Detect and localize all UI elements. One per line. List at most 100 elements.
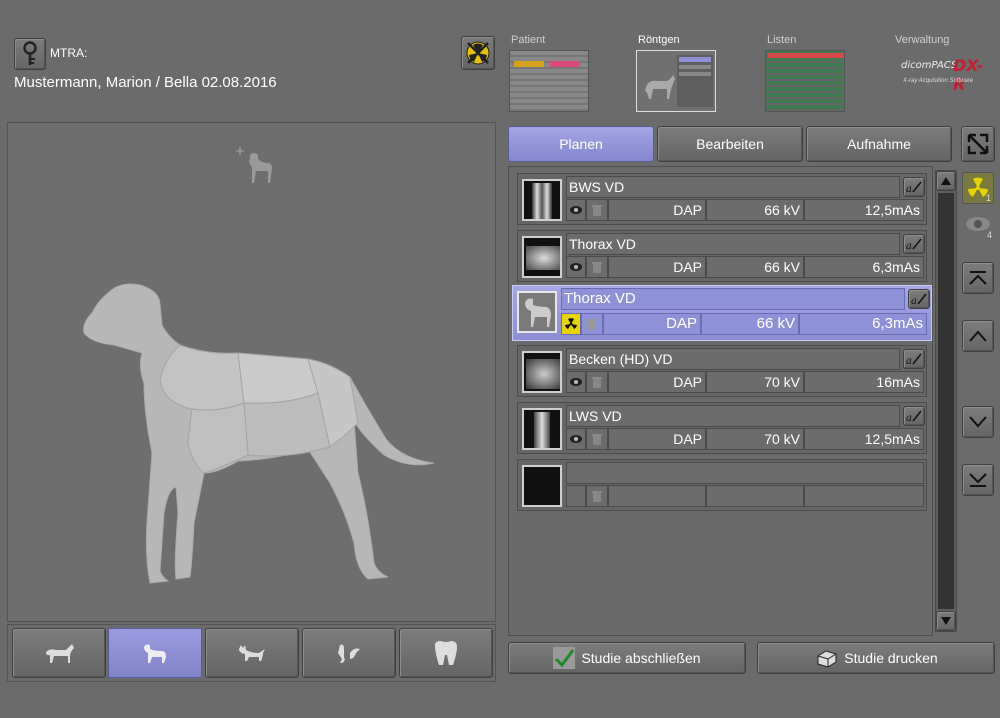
exam-item[interactable]: BWS VD a DAP 66 kV 12,5mAs [517, 173, 927, 225]
eye-icon[interactable] [566, 256, 586, 278]
chevron-up-icon [969, 330, 987, 342]
exam-thumbnail [522, 465, 562, 507]
exam-kv: 70 kV [706, 428, 804, 450]
tab-bearbeiten[interactable]: Bearbeiten [657, 126, 803, 162]
page-up-button[interactable] [962, 320, 994, 352]
trash-icon[interactable] [581, 313, 603, 335]
svg-text:a: a [906, 184, 912, 194]
print-study-label: Studie drucken [844, 650, 938, 666]
exam-mas: 16mAs [804, 371, 924, 393]
finish-study-label: Studie abschließen [581, 650, 701, 666]
empty-exam-slot[interactable] [517, 459, 927, 511]
eye-icon[interactable] [566, 428, 586, 450]
exam-item[interactable]: Thorax VD a DAP 66 kV 6,3mAs [517, 230, 927, 282]
arrow-to-bottom-icon [969, 473, 987, 487]
species-cat-button[interactable] [205, 628, 299, 678]
eye-icon[interactable] [566, 371, 586, 393]
pencil-icon: a [906, 238, 922, 251]
scroll-track[interactable] [938, 193, 954, 609]
bird-icon [338, 644, 360, 663]
svg-text:a: a [906, 241, 912, 251]
exam-name: Becken (HD) VD [566, 348, 900, 370]
radiation-toggle-button[interactable] [461, 36, 495, 70]
radiation-disabled-icon [466, 41, 490, 65]
tab-planen[interactable]: Planen [508, 126, 654, 162]
edit-exam-button[interactable]: a [903, 349, 925, 369]
module-patient[interactable]: Patient [509, 34, 591, 114]
expand-icon [967, 133, 989, 155]
module-roentgen-label: Röntgen [638, 34, 680, 46]
dog-icon [525, 298, 551, 327]
species-selector [7, 624, 496, 682]
fullscreen-button[interactable] [961, 126, 995, 162]
viewed-count: 4 [986, 230, 992, 240]
scroll-top-button[interactable] [962, 262, 994, 294]
svg-text:a: a [906, 356, 912, 366]
exam-mas: 12,5mAs [804, 428, 924, 450]
exam-name: Thorax VD [566, 233, 900, 255]
key-icon [23, 41, 37, 65]
scroll-bottom-button[interactable] [962, 464, 994, 496]
tooth-icon [435, 641, 457, 665]
exam-dap: DAP [608, 256, 706, 278]
trash-icon[interactable] [586, 485, 608, 507]
logo-subtitle: X-ray Acquisition Software [903, 78, 974, 84]
edit-exam-button[interactable]: a [903, 177, 925, 197]
module-patient-thumbnail [509, 50, 589, 112]
print-study-button[interactable]: Studie drucken [757, 642, 995, 674]
triangle-down-icon [941, 617, 951, 625]
exam-dap: DAP [608, 199, 706, 221]
small-dog-icon [236, 147, 272, 183]
trash-icon[interactable] [586, 371, 608, 393]
tab-aufnahme[interactable]: Aufnahme [806, 126, 952, 162]
scroll-up-button[interactable] [936, 171, 956, 191]
radiation-filter-button[interactable]: 1 [962, 172, 994, 204]
trash-icon[interactable] [586, 428, 608, 450]
dog-anatomy-diagram[interactable] [68, 273, 438, 593]
edit-exam-button[interactable]: a [908, 289, 930, 309]
module-roentgen[interactable]: Röntgen [636, 34, 718, 114]
pencil-icon: a [906, 410, 922, 423]
anatomy-view [7, 122, 496, 622]
species-dog-button[interactable] [108, 628, 202, 678]
scroll-down-button[interactable] [936, 611, 956, 631]
viewed-filter-button[interactable]: 4 [962, 208, 994, 240]
exam-kv: 70 kV [706, 371, 804, 393]
radiation-icon [561, 313, 581, 335]
header: MTRA: Mustermann, Marion / Bella 02.08.2… [0, 0, 1000, 120]
horse-icon [46, 644, 74, 663]
exam-item-selected[interactable]: Thorax VD a DAP 66 kV 6,3mAs [512, 285, 932, 341]
printer-icon [817, 650, 837, 668]
species-exotic-button[interactable] [399, 628, 493, 678]
species-small-animal-button[interactable] [302, 628, 396, 678]
exam-mas: 6,3mAs [799, 313, 927, 335]
exam-list-scrollbar[interactable] [935, 170, 957, 632]
trash-icon[interactable] [586, 256, 608, 278]
exam-dap: DAP [608, 428, 706, 450]
trash-icon[interactable] [586, 199, 608, 221]
finish-study-button[interactable]: Studie abschließen [508, 642, 746, 674]
exam-name [566, 462, 924, 484]
exam-kv: 66 kV [706, 256, 804, 278]
svg-text:a: a [911, 296, 917, 306]
module-listen[interactable]: Listen [765, 34, 847, 114]
logo-brand: dicomPACS [901, 60, 958, 71]
exam-item[interactable]: LWS VD a DAP 70 kV 12,5mAs [517, 402, 927, 454]
exam-thumbnail [522, 236, 562, 278]
checkmark-icon [553, 647, 576, 669]
page-down-button[interactable] [962, 406, 994, 438]
exam-item[interactable]: Becken (HD) VD a DAP 70 kV 16mAs [517, 345, 927, 397]
species-horse-button[interactable] [12, 628, 106, 678]
exam-kv: 66 kV [706, 199, 804, 221]
login-key-button[interactable] [14, 38, 46, 70]
pencil-icon: a [911, 293, 927, 306]
module-verwaltung-label: Verwaltung [895, 34, 950, 46]
edit-exam-button[interactable]: a [903, 234, 925, 254]
eye-icon[interactable] [566, 199, 586, 221]
exam-name: BWS VD [566, 176, 900, 198]
exam-thumbnail [522, 408, 562, 450]
edit-exam-button[interactable]: a [903, 406, 925, 426]
exam-kv: 66 kV [701, 313, 799, 335]
exam-list: BWS VD a DAP 66 kV 12,5mAs Thorax VD a D… [508, 166, 933, 636]
svg-text:a: a [906, 413, 912, 423]
